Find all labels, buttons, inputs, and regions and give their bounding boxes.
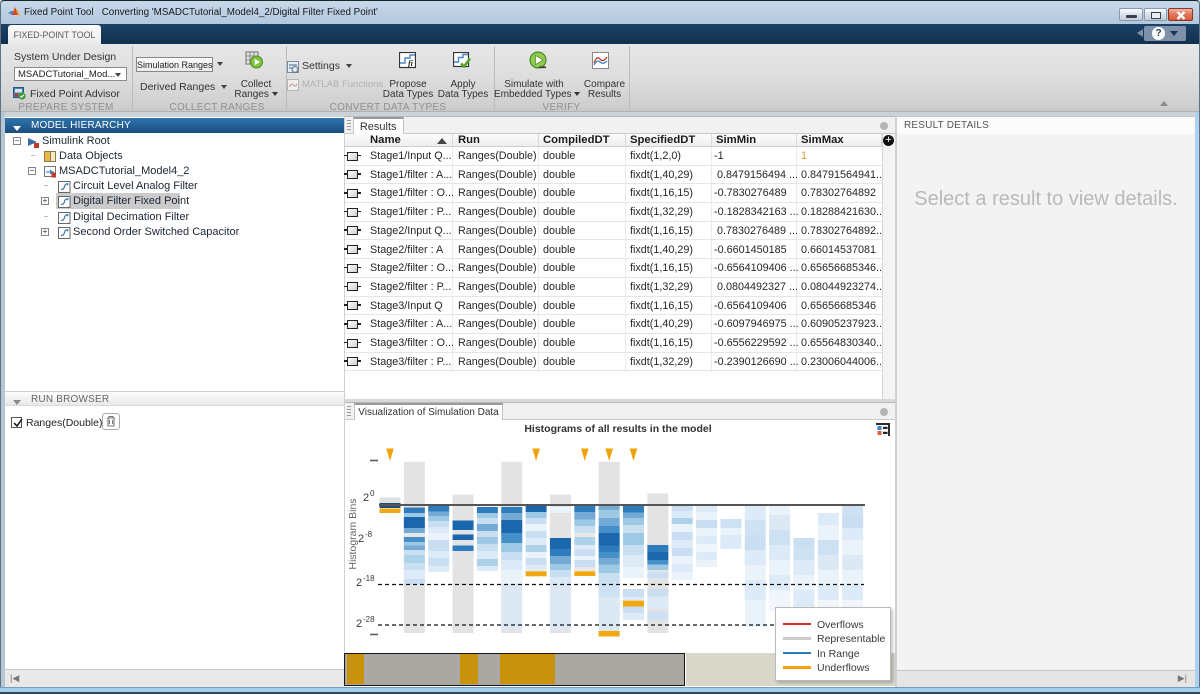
svg-text:fi: fi xyxy=(408,59,414,68)
svg-text:0: 0 xyxy=(370,489,375,498)
svg-text:2: 2 xyxy=(358,533,364,545)
svg-text:2: 2 xyxy=(356,618,362,630)
svg-text:2: 2 xyxy=(356,577,362,589)
svg-text:-28: -28 xyxy=(363,615,375,624)
svg-text:2: 2 xyxy=(363,492,369,504)
svg-text:-18: -18 xyxy=(363,574,375,583)
svg-text:-8: -8 xyxy=(365,530,373,539)
